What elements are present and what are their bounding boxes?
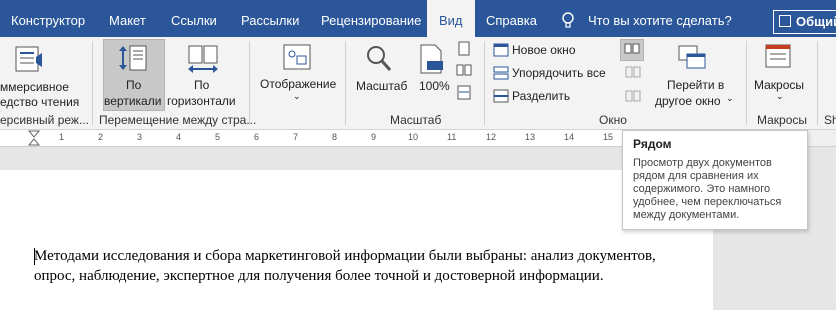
display-dropdown-chevron-icon[interactable]: ⌄ [293,91,301,102]
horizontal-label-2: горизонтали [167,94,236,108]
lightbulb-icon [562,12,574,28]
zoom-100-label[interactable]: 100% [419,79,450,93]
group-window: Окно [599,113,627,127]
switch-windows-icon[interactable] [676,43,710,73]
ruler-number: 8 [332,132,338,142]
side-by-side-icon [624,43,640,54]
separator [345,41,346,125]
ruler-number: 1 [59,132,65,142]
new-window-icon [493,43,509,57]
macros-icon[interactable] [762,43,796,73]
ruler-number: 12 [486,132,497,142]
document-page[interactable]: Методами исследования и сбора маркетинго… [0,170,713,310]
tab-review[interactable]: Рецензирование [321,0,421,37]
indent-marker-icon[interactable] [27,130,41,146]
tooltip-description: Просмотр двух документов рядом для сравн… [633,157,782,221]
immersive-reader-icon[interactable] [12,43,46,75]
ruler-number: 5 [215,132,221,142]
zoom-100-icon[interactable] [417,43,447,75]
switch-windows-label-2[interactable]: другое окно [655,94,721,108]
split-icon [493,89,509,103]
separator [249,41,250,125]
split-button[interactable]: Разделить [512,89,570,103]
ruler-number: 2 [98,132,104,142]
separator [484,41,485,125]
separator [746,41,747,125]
multiple-pages-icon[interactable] [456,63,472,79]
ruler-number: 11 [447,132,457,142]
tooltip-side-by-side: Рядом Просмотр двух документов рядом для… [622,130,808,230]
ruler-number: 10 [408,132,419,142]
display-label[interactable]: Отображение [260,77,336,91]
group-page-movement: Перемещение между стра... [99,113,257,127]
display-icon[interactable] [281,43,315,73]
share-label: Общий [796,14,836,29]
tab-layout[interactable]: Макет [109,0,146,37]
group-zoom: Масштаб [390,113,442,127]
separator [817,41,818,125]
horizontal-label-1: По [194,78,210,92]
arrange-all-icon [493,66,509,80]
reset-window-position-icon[interactable] [624,89,642,105]
page-width-icon[interactable] [456,85,472,101]
immersive-reader-label-2: едство чтения [0,95,80,109]
group-sharepoint: Sh [824,113,836,127]
document-paragraph[interactable]: Методами исследования и сбора маркетинго… [34,246,674,286]
ribbon-tab-bar: Конструктор Макет Ссылки Рассылки Реценз… [0,0,836,37]
ruler-number: 14 [564,132,575,142]
switch-windows-chevron-icon[interactable]: ⌄ [726,93,734,104]
tab-mailings[interactable]: Рассылки [241,0,299,37]
ruler-number: 6 [254,132,260,142]
tab-references[interactable]: Ссылки [171,0,217,37]
ribbon: ммерсивное едство чтения ерсивный реж...… [0,37,836,130]
vertical-scrollbar[interactable] [818,147,836,306]
tab-view[interactable]: Вид [427,0,475,37]
one-page-icon[interactable] [456,41,472,57]
magnifier-icon[interactable] [364,43,394,75]
separator [92,41,93,125]
ruler-number: 13 [525,132,536,142]
share-button[interactable]: Общий [773,10,836,34]
tooltip-title: Рядом [633,137,672,151]
arrange-all-button[interactable]: Упорядочить все [512,66,606,80]
immersive-reader-label-1: ммерсивное [0,80,69,94]
side-by-side-button[interactable] [620,39,644,61]
share-icon [779,15,791,27]
ruler-number: 4 [176,132,182,142]
zoom-button-label[interactable]: Масштаб [356,79,407,93]
macros-dropdown-chevron-icon[interactable]: ⌄ [776,91,784,102]
new-window-button[interactable]: Новое окно [512,43,576,57]
ruler-number: 15 [603,132,614,142]
tell-me-search[interactable]: Что вы хотите сделать? [588,0,732,37]
vertical-label-2: вертикали [104,94,162,108]
vertical-pages-icon [119,45,147,71]
side-to-side-icon[interactable] [186,43,220,75]
group-immersive: ерсивный реж... [0,113,89,127]
macros-label[interactable]: Макросы [754,78,804,92]
group-macros: Макросы [757,113,808,127]
ruler-number: 7 [293,132,299,142]
ruler-number: 9 [371,132,377,142]
tab-constructor[interactable]: Конструктор [11,0,85,37]
switch-windows-label-1[interactable]: Перейти в [667,78,724,92]
sync-scroll-icon[interactable] [624,65,642,81]
tab-help[interactable]: Справка [486,0,537,37]
ruler-number: 3 [137,132,143,142]
vertical-label-1: По [126,78,142,92]
